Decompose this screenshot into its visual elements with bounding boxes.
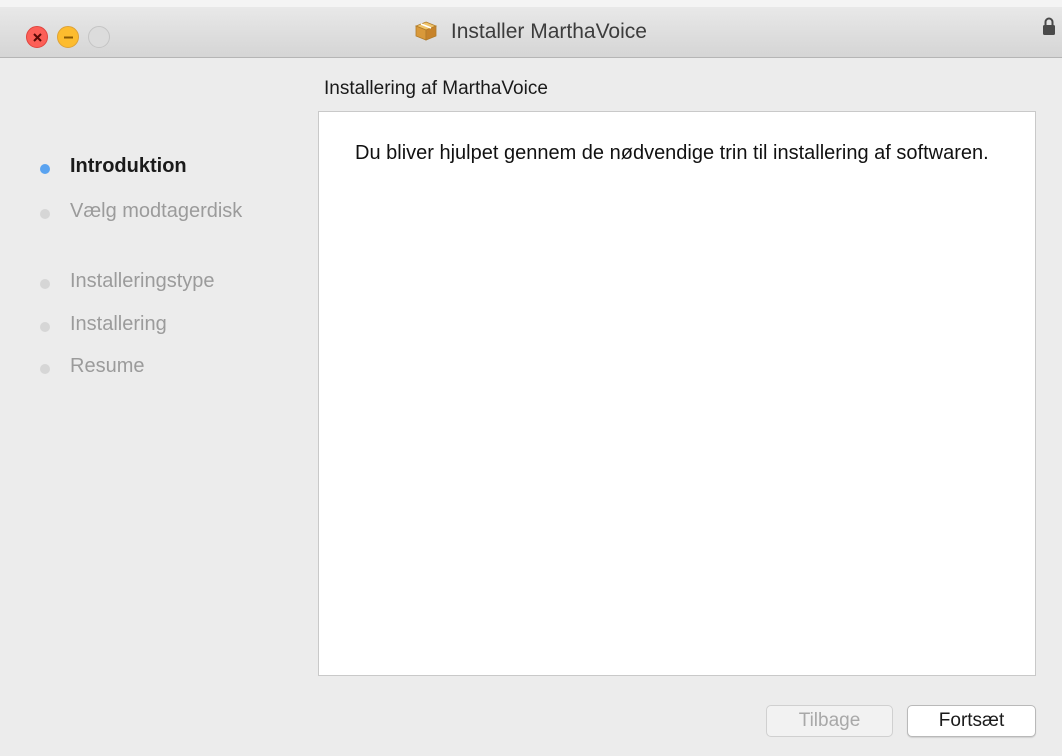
title-bar-top-strip: [0, 0, 1062, 7]
continue-button[interactable]: Fortsæt: [907, 705, 1036, 737]
step-indicator-dot: [40, 322, 50, 332]
back-button[interactable]: Tilbage: [766, 705, 893, 737]
step-label: Resume: [70, 355, 145, 377]
intro-text: Du bliver hjulpet gennem de nødvendige t…: [355, 142, 989, 164]
step-label: Vælg modtagerdisk: [70, 200, 243, 222]
step-label: Introduktion: [70, 155, 187, 177]
window-title: Installer MarthaVoice: [450, 20, 647, 43]
title-bar: Installer MarthaVoice: [0, 0, 1062, 58]
content-panel: Du bliver hjulpet gennem de nødvendige t…: [318, 111, 1036, 676]
installer-subtitle: Installering af MarthaVoice: [324, 78, 548, 99]
lock-icon: [1042, 16, 1056, 41]
step-indicator-dot: [40, 364, 50, 374]
step-label: Installeringstype: [70, 270, 215, 292]
step-indicator-dot: [40, 209, 50, 219]
step-label: Installering: [70, 313, 167, 335]
step-indicator-dot: [40, 164, 50, 174]
step-indicator-dot: [40, 279, 50, 289]
package-icon: [414, 21, 438, 47]
window-title-container: Installer MarthaVoice: [0, 20, 1062, 47]
